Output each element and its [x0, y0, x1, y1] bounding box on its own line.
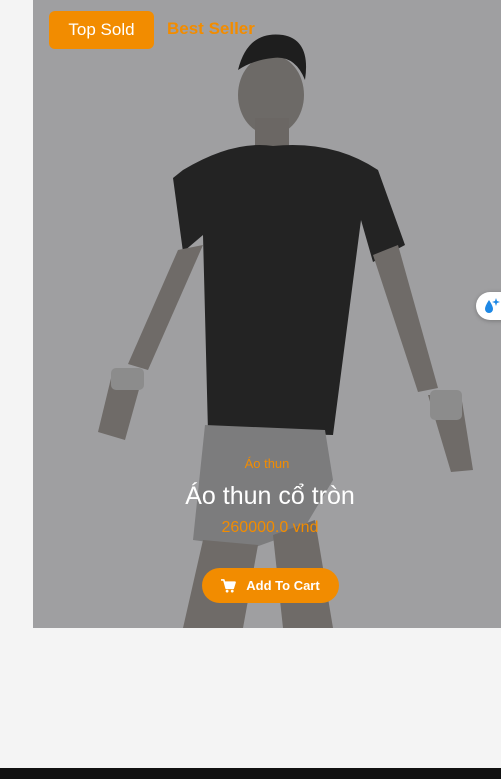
add-to-cart-button[interactable]: Add To Cart: [202, 568, 339, 603]
page: Top Sold Best Seller Áo thun Áo thun cổ …: [0, 0, 501, 779]
tab-best-seller[interactable]: Best Seller: [167, 19, 255, 39]
add-to-cart-label: Add To Cart: [246, 578, 320, 593]
floating-widget[interactable]: [476, 292, 501, 320]
tab-top-sold-label: Top Sold: [68, 20, 135, 39]
tab-best-seller-label: Best Seller: [167, 19, 255, 38]
product-category[interactable]: Áo thun: [33, 456, 501, 471]
product-price: 260000.0 vnd: [221, 519, 319, 536]
cart-icon: [221, 578, 237, 593]
product-name[interactable]: Áo thun cổ tròn: [33, 482, 501, 511]
tab-top-sold[interactable]: Top Sold: [49, 11, 154, 49]
water-drop-sparkle-icon: [485, 298, 500, 313]
bottom-bar: [0, 768, 501, 779]
